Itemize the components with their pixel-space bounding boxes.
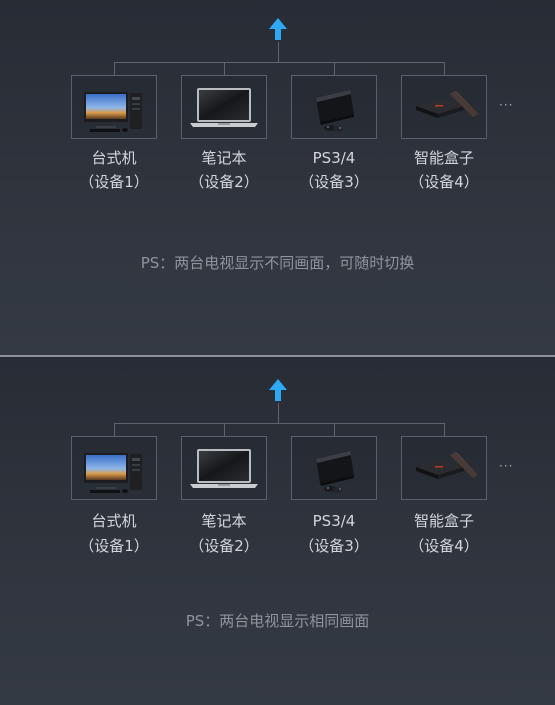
tree-connector	[334, 423, 335, 436]
laptop-icon	[182, 437, 266, 499]
tree-connector	[278, 403, 279, 423]
device-desktop	[71, 75, 157, 139]
device-name: 台式机	[91, 149, 137, 167]
game-console-icon	[292, 437, 376, 499]
diagram-panel-same-display: ··· 台式机 （设备1） 笔记本 （设备2） PS3/4 （设备3） 智能盒子…	[0, 357, 555, 705]
device-number: （设备4）	[409, 173, 479, 191]
laptop-icon	[182, 76, 266, 138]
note-text: PS：两台电视显示不同画面，可随时切换	[140, 254, 415, 272]
desktop-computer-icon	[72, 437, 156, 499]
device-tvbox	[401, 436, 487, 500]
diagram-panel-different-display: ··· 台式机 （设备1） 笔记本 （设备2） PS3/4 （设备3） 智能盒子…	[0, 0, 555, 355]
device-name: 台式机	[91, 512, 137, 530]
tree-connector	[114, 423, 444, 424]
tree-connector	[444, 62, 445, 75]
more-devices-ellipsis: ···	[499, 98, 514, 112]
device-number: （设备2）	[189, 173, 259, 191]
device-number: （设备2）	[189, 537, 259, 555]
tree-connector	[334, 62, 335, 75]
device-tvbox	[401, 75, 487, 139]
tree-connector	[224, 62, 225, 75]
desktop-computer-icon	[72, 76, 156, 138]
device-name: 笔记本	[201, 512, 247, 530]
device-laptop	[181, 436, 267, 500]
tree-connector	[114, 62, 115, 75]
up-arrow-icon	[269, 18, 287, 40]
tv-box-icon	[402, 76, 486, 138]
device-name: 智能盒子	[413, 149, 474, 167]
tree-connector	[114, 62, 444, 63]
game-console-icon	[292, 76, 376, 138]
tree-connector	[224, 423, 225, 436]
device-number: （设备3）	[299, 537, 369, 555]
up-arrow-icon	[269, 379, 287, 401]
more-devices-ellipsis: ···	[499, 459, 514, 473]
device-console	[291, 75, 377, 139]
note-text: PS：两台电视显示相同画面	[185, 612, 370, 630]
device-desktop	[71, 436, 157, 500]
device-name: PS3/4	[312, 512, 356, 530]
device-name: 智能盒子	[413, 512, 474, 530]
device-number: （设备1）	[79, 173, 149, 191]
device-number: （设备1）	[79, 537, 149, 555]
device-name: 笔记本	[201, 149, 247, 167]
tv-box-icon	[402, 437, 486, 499]
device-laptop	[181, 75, 267, 139]
tree-connector	[114, 423, 115, 436]
device-number: （设备4）	[409, 537, 479, 555]
tree-connector	[444, 423, 445, 436]
device-name: PS3/4	[312, 149, 356, 167]
device-console	[291, 436, 377, 500]
tree-connector	[278, 42, 279, 62]
device-number: （设备3）	[299, 173, 369, 191]
